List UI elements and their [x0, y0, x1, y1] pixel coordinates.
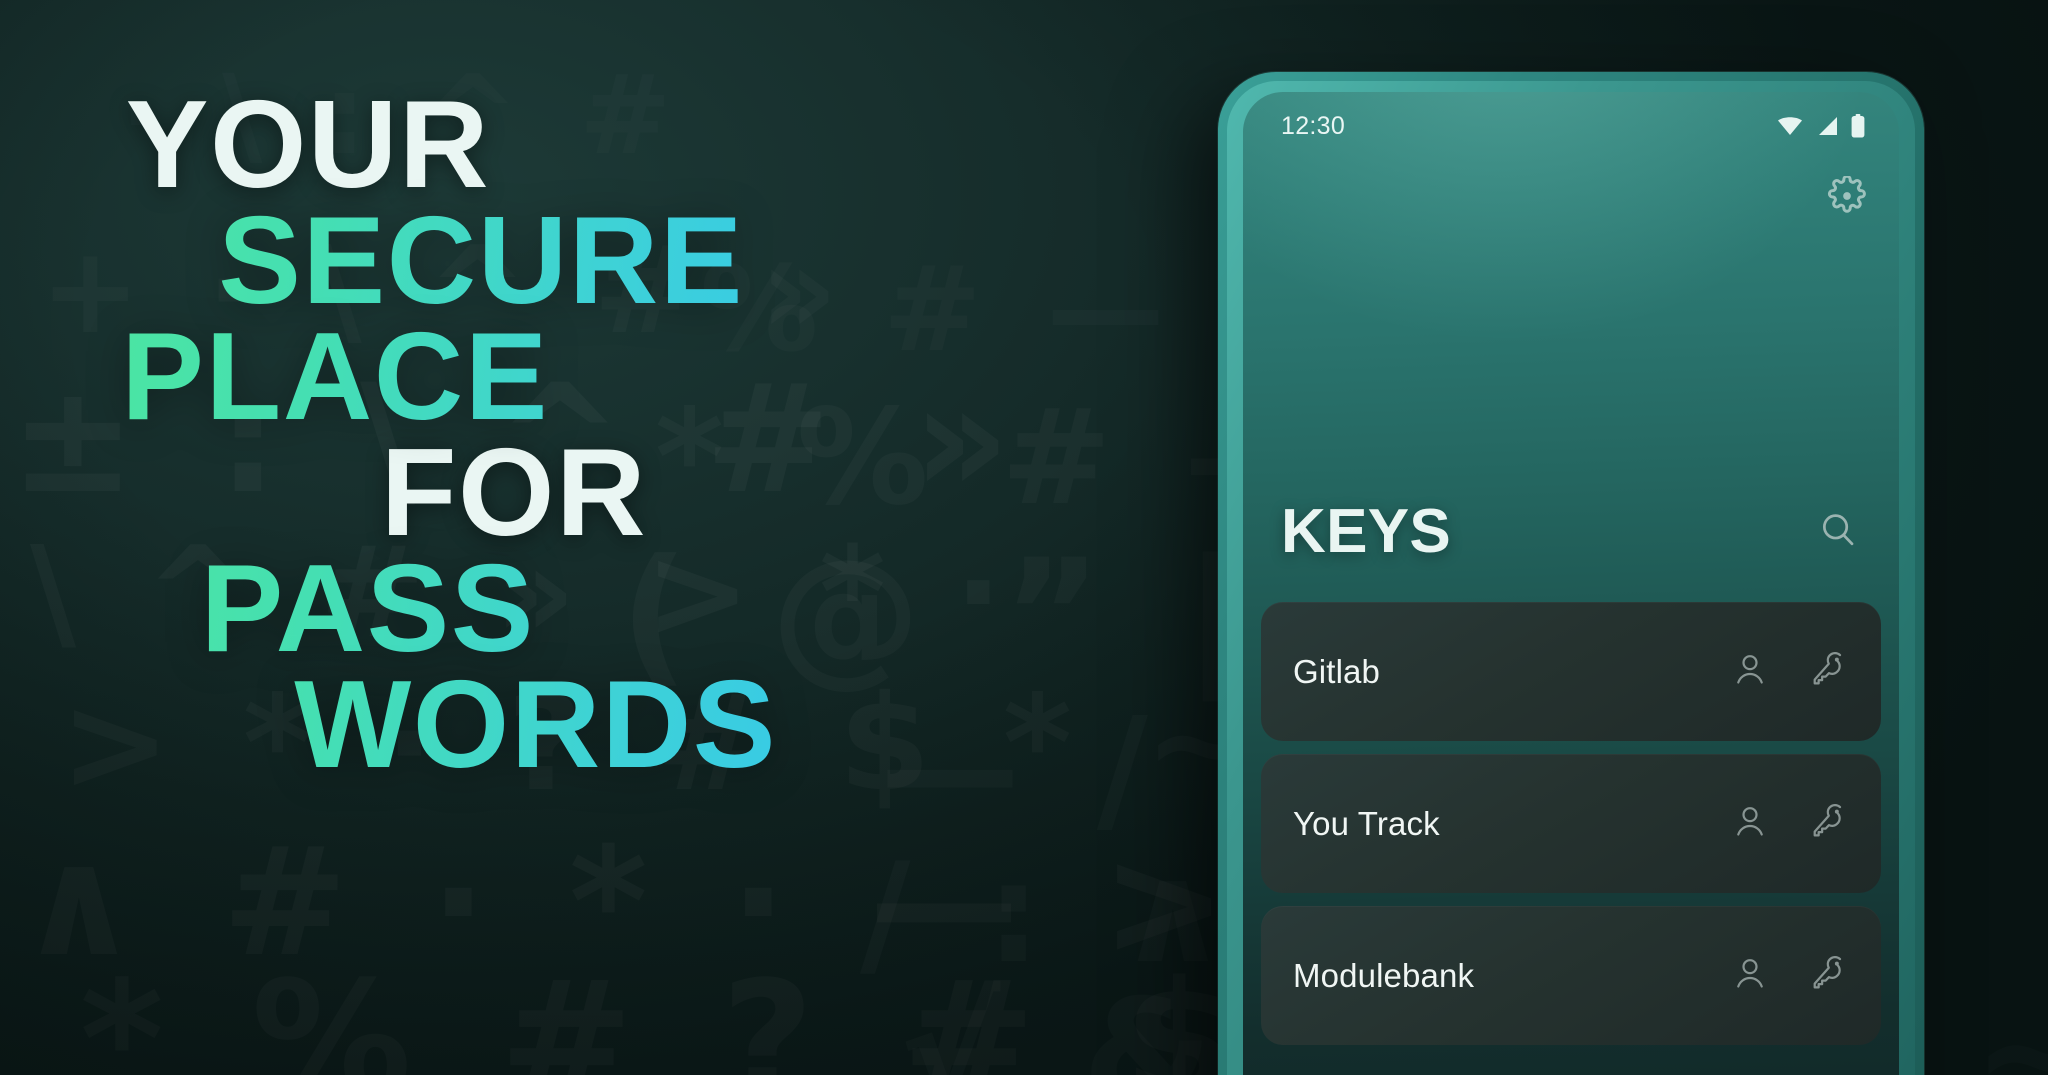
person-icon[interactable]: [1731, 802, 1769, 845]
battery-icon: [1851, 114, 1865, 138]
headline-line-for: FOR: [380, 423, 647, 562]
wifi-icon: [1777, 116, 1803, 136]
key-item-label: You Track: [1293, 804, 1440, 842]
key-icon[interactable]: [1809, 802, 1847, 845]
key-list-item[interactable]: You Track: [1261, 754, 1881, 893]
glyph-row: ∧ # · * · — > *: [18, 828, 1403, 978]
key-item-label: Modulebank: [1293, 956, 1475, 994]
headline-line-your: YOUR: [125, 76, 490, 214]
key-item-actions: [1731, 954, 1847, 997]
headline-line-secure: SECURE: [0, 199, 912, 323]
person-icon[interactable]: [1731, 954, 1769, 997]
page-title: KEYS: [1281, 497, 1452, 566]
key-item-actions: [1731, 650, 1847, 693]
key-list-item[interactable]: Gitlab: [1261, 602, 1881, 741]
headline-line-place: PLACE: [0, 315, 912, 439]
key-icon[interactable]: [1809, 954, 1847, 997]
phone-mockup: 12:30 KEYS Gitlab You Track Modulebank: [1218, 72, 1924, 1075]
gear-icon: [1827, 174, 1867, 221]
key-item-label: Gitlab: [1293, 652, 1380, 690]
status-bar: 12:30: [1243, 106, 1899, 146]
headline: YOUR SECURE PLACE FOR PASS WORDS: [0, 76, 950, 787]
key-list: Gitlab You Track Modulebank: [1243, 602, 1899, 1075]
key-item-actions: [1731, 802, 1847, 845]
settings-button[interactable]: [1823, 174, 1871, 222]
status-bar-icons: [1777, 114, 1865, 138]
search-icon: [1817, 509, 1859, 556]
cellular-signal-icon: [1816, 116, 1838, 136]
key-list-item[interactable]: Modulebank: [1261, 906, 1881, 1045]
key-icon[interactable]: [1809, 650, 1847, 693]
headline-line-pass: PASS: [0, 547, 912, 671]
person-icon[interactable]: [1731, 650, 1769, 693]
keys-header: KEYS: [1243, 492, 1899, 572]
search-button[interactable]: [1813, 507, 1863, 557]
headline-line-words: WORDS: [0, 663, 912, 787]
promo-banner: · \ : ^ # + · \ ^ # » % # — / ± · ± : \ …: [0, 0, 2048, 1075]
status-bar-clock: 12:30: [1281, 111, 1346, 140]
phone-screen: 12:30 KEYS Gitlab You Track Modulebank: [1243, 92, 1899, 1075]
